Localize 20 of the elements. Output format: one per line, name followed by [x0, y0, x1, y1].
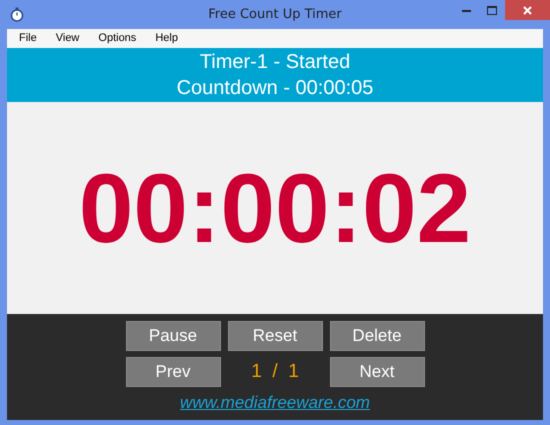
timer-status: Timer-1 - Started — [200, 50, 350, 75]
stopwatch-icon — [10, 7, 24, 22]
next-button[interactable]: Next — [330, 357, 424, 387]
menu-item[interactable]: View — [48, 30, 88, 47]
control-button[interactable]: Pause — [126, 321, 220, 351]
menu-item[interactable]: File — [11, 30, 45, 47]
maximize-icon — [487, 6, 497, 14]
page-counter: 1 / 1 — [250, 360, 300, 384]
prev-button[interactable]: Prev — [126, 357, 220, 387]
menu-item[interactable]: Help — [147, 30, 186, 47]
close-button[interactable] — [505, 0, 550, 20]
window-title: Free Count Up Timer — [208, 6, 342, 24]
countdown-label: Countdown - 00:00:05 — [176, 76, 374, 101]
minimize-icon — [462, 8, 470, 12]
time-display: 00:00:02 — [78, 159, 472, 257]
close-icon — [523, 6, 532, 14]
website-link[interactable]: www.mediafreeware.com — [180, 393, 370, 413]
control-button[interactable]: Reset — [228, 321, 322, 351]
control-button[interactable]: Delete — [330, 321, 424, 351]
menu-item[interactable]: Options — [90, 30, 144, 47]
